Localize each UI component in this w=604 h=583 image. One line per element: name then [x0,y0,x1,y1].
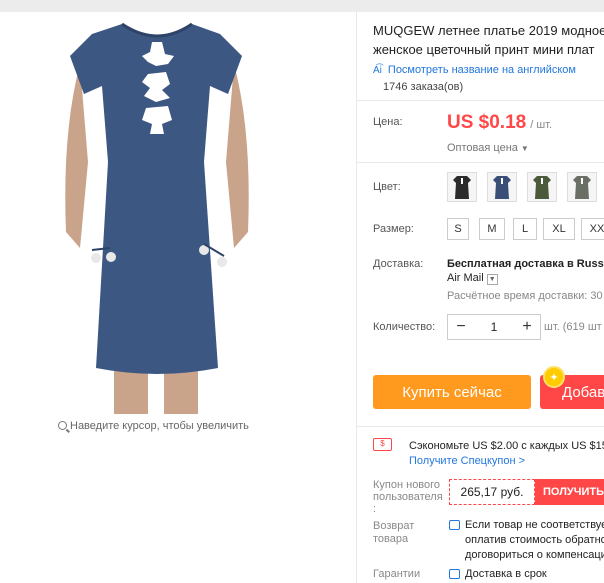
return-label: Возврат товара [373,520,415,545]
zoom-hint-text: Наведите курсор, чтобы увеличить [70,420,249,432]
dress-thumbnail-icon [533,176,551,199]
get-coupon-link[interactable]: Получите Спецкупон > [409,455,525,467]
magnifier-icon [58,421,67,430]
return-icon [449,520,460,530]
size-option-m[interactable]: M [479,218,505,240]
color-label: Цвет: [373,181,401,193]
chevron-down-icon[interactable]: ▼ [486,274,498,285]
zoom-hint: Наведите курсор, чтобы увеличить [58,420,249,432]
top-strip [0,0,604,12]
quantity-input[interactable]: 1 [474,320,514,334]
product-info-panel: MUQGEW летнее платье 2019 модное женское… [356,12,604,583]
new-user-coupon-amount: 265,17 руб. [449,479,535,505]
price-unit: / шт. [530,119,553,131]
color-swatch-gray[interactable] [567,172,597,202]
warranty-text: Доставка в срок [465,568,547,580]
price-value: US $0.18 [447,112,527,133]
product-title: MUQGEW летнее платье 2019 модное женское… [373,23,604,57]
price-label: Цена: [373,116,403,128]
return-policy-text: Если товар не соответствуе оплатив стоим… [465,519,604,561]
color-swatch-army-green[interactable] [527,172,557,202]
shipping-label: Доставка: [373,258,424,270]
caret-down-icon: ▼ [520,144,529,153]
shipping-method[interactable]: Air Mail [447,272,484,284]
color-swatch-navy[interactable] [487,172,517,202]
divider [357,162,604,163]
translate-link-text[interactable]: Посмотреть название на английском [388,64,576,76]
dress-thumbnail-icon [573,176,591,199]
translate-link[interactable]: A͡i Посмотреть название на английском [373,64,576,76]
quantity-label: Количество: [373,321,436,333]
wholesale-price-toggle[interactable]: Оптовая цена ▼ [447,142,529,154]
quantity-increment-button[interactable]: + [514,318,540,336]
coupon-icon: $ [373,438,392,451]
dress-thumbnail-icon [453,176,471,199]
shipping-destination: Бесплатная доставка в Russia [447,258,604,270]
divider [357,100,604,101]
price-block: US $0.18/ шт. [447,112,552,134]
size-option-s[interactable]: S [447,218,469,240]
size-option-xxl[interactable]: XX [581,218,604,240]
star-coin-icon: ✦ [543,366,565,388]
quantity-stepper: − 1 + [447,314,541,340]
size-label: Размер: [373,223,414,235]
new-user-coupon: 265,17 руб. ПОЛУЧИТЬ [449,479,604,505]
quantity-available: шт. (619 шт [544,321,602,333]
color-swatch-black[interactable] [447,172,477,202]
divider [357,426,604,427]
coupon-save-text: Сэкономьте US $2.00 с каждых US $15.0 [409,440,604,452]
translate-icon: A͡i [373,65,382,76]
dress-thumbnail-icon [493,176,511,199]
quantity-decrement-button[interactable]: − [448,318,474,336]
shipping-method-select[interactable]: Air Mail ▼ [447,272,498,285]
new-user-coupon-label: Купон нового пользователя : [373,479,443,515]
size-option-xl[interactable]: XL [543,218,575,240]
get-coupon-button[interactable]: ПОЛУЧИТЬ [535,479,604,505]
buy-now-button[interactable]: Купить сейчас [373,375,531,409]
size-option-l[interactable]: L [513,218,537,240]
wholesale-price-label[interactable]: Оптовая цена [447,142,518,154]
gallery-panel: Наведите курсор, чтобы увеличить [0,12,356,583]
orders-count: 1746 заказа(ов) [383,81,464,93]
product-image[interactable] [52,12,262,414]
shipping-time: Расчётное время доставки: 30 [447,290,603,302]
warranty-label: Гарантии [373,568,421,580]
truck-icon [449,569,460,579]
